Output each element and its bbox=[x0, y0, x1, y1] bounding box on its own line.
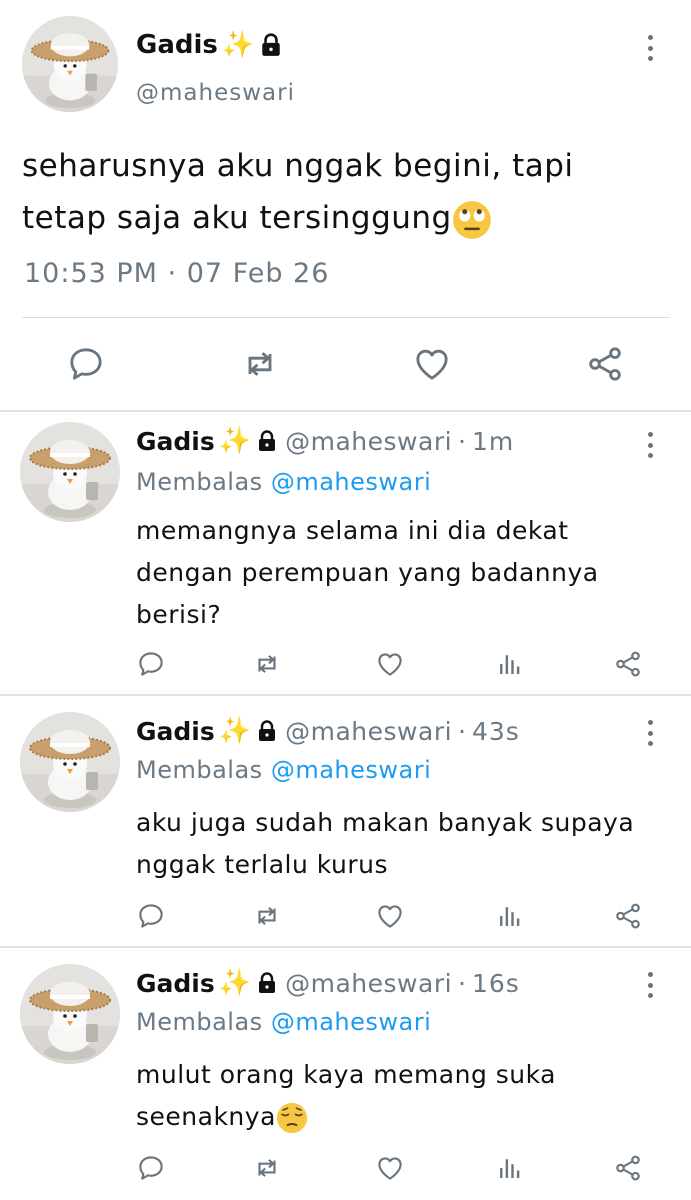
avatar-image bbox=[20, 422, 120, 522]
reply-tweet[interactable]: Gadis ✨ @maheswari · 1m Membalas @mahesw… bbox=[0, 412, 691, 694]
views-icon[interactable] bbox=[495, 901, 525, 931]
separator: · bbox=[458, 426, 466, 456]
more-options-icon[interactable] bbox=[644, 972, 656, 998]
relative-time[interactable]: 1m bbox=[472, 427, 514, 456]
lock-icon bbox=[257, 430, 277, 452]
tweet-text-line: nggak terlalu kurus bbox=[136, 850, 388, 879]
reply-header: Gadis ✨ @maheswari · 1m bbox=[136, 426, 514, 456]
retweet-icon[interactable] bbox=[252, 901, 282, 931]
tweet-text: mulut orang kaya memang suka seenaknya bbox=[136, 1054, 636, 1138]
reply-icon[interactable] bbox=[136, 901, 166, 931]
sparkle-emoji: ✨ bbox=[218, 716, 252, 746]
sparkle-emoji: ✨ bbox=[218, 426, 252, 456]
views-icon[interactable] bbox=[495, 1153, 525, 1183]
avatar[interactable] bbox=[20, 964, 120, 1064]
user-handle[interactable]: @maheswari bbox=[285, 717, 452, 746]
user-handle[interactable]: @maheswari bbox=[285, 427, 452, 456]
display-name[interactable]: Gadis ✨ bbox=[136, 30, 282, 60]
lock-icon bbox=[257, 972, 277, 994]
retweet-icon[interactable] bbox=[240, 344, 280, 384]
reply-header: Gadis ✨ @maheswari · 16s bbox=[136, 968, 520, 998]
more-options-icon[interactable] bbox=[644, 35, 656, 61]
display-name[interactable]: Gadis bbox=[136, 427, 215, 456]
tweet-text-line: seharusnya aku nggak begini, tapi bbox=[22, 148, 574, 184]
main-tweet: Gadis ✨ @maheswari seharusnya aku nggak … bbox=[0, 0, 691, 411]
eye-roll-emoji-icon bbox=[452, 200, 492, 240]
separator: · bbox=[458, 716, 466, 746]
pensive-emoji-icon bbox=[276, 1102, 308, 1134]
reply-tweet[interactable]: Gadis ✨ @maheswari · 16s Membalas @mahes… bbox=[0, 948, 691, 1200]
replying-to: Membalas @maheswari bbox=[136, 756, 432, 784]
tweet-text-line-2: seenaknya bbox=[136, 1096, 636, 1138]
display-name[interactable]: Gadis bbox=[136, 969, 215, 998]
like-heart-icon[interactable] bbox=[375, 901, 405, 931]
avatar[interactable] bbox=[20, 422, 120, 522]
tweet-text-line: mulut orang kaya memang suka bbox=[136, 1060, 557, 1089]
retweet-icon[interactable] bbox=[252, 1153, 282, 1183]
user-handle[interactable]: @maheswari bbox=[136, 80, 295, 106]
relative-time[interactable]: 43s bbox=[472, 717, 520, 746]
tweet-text: seharusnya aku nggak begini, tapi tetap … bbox=[22, 140, 642, 244]
tweet-text-line: memangnya selama ini dia dekat bbox=[136, 516, 569, 545]
separator: · bbox=[458, 968, 466, 998]
timestamp[interactable]: 10:53 PM · 07 Feb 26 bbox=[24, 258, 329, 289]
more-options-icon[interactable] bbox=[644, 432, 656, 458]
retweet-icon[interactable] bbox=[252, 649, 282, 679]
sparkle-emoji: ✨ bbox=[221, 30, 255, 60]
like-heart-icon[interactable] bbox=[375, 1153, 405, 1183]
tweet-text-line: aku juga sudah makan banyak supaya bbox=[136, 808, 635, 837]
avatar-image bbox=[20, 712, 120, 812]
tweet-text-line-2: tetap saja aku tersinggung bbox=[22, 192, 642, 244]
replying-to: Membalas @maheswari bbox=[136, 1008, 432, 1036]
reply-header: Gadis ✨ @maheswari · 43s bbox=[136, 716, 520, 746]
mention-link[interactable]: @maheswari bbox=[271, 1008, 431, 1036]
share-icon[interactable] bbox=[585, 344, 625, 384]
user-handle[interactable]: @maheswari bbox=[285, 969, 452, 998]
sparkle-emoji: ✨ bbox=[218, 968, 252, 998]
views-icon[interactable] bbox=[495, 649, 525, 679]
display-name[interactable]: Gadis bbox=[136, 717, 215, 746]
more-options-icon[interactable] bbox=[644, 720, 656, 746]
lock-icon bbox=[260, 33, 282, 57]
tweet-text-line: berisi? bbox=[136, 600, 222, 629]
reply-icon[interactable] bbox=[136, 649, 166, 679]
avatar[interactable] bbox=[22, 16, 118, 112]
tweet-text: memangnya selama ini dia dekat dengan pe… bbox=[136, 510, 636, 636]
avatar-image bbox=[20, 964, 120, 1064]
reply-icon[interactable] bbox=[66, 344, 106, 384]
avatar[interactable] bbox=[20, 712, 120, 812]
lock-icon bbox=[257, 720, 277, 742]
replying-to: Membalas @maheswari bbox=[136, 468, 432, 496]
like-heart-icon[interactable] bbox=[375, 649, 405, 679]
divider bbox=[22, 317, 670, 318]
avatar-image bbox=[22, 16, 118, 112]
mention-link[interactable]: @maheswari bbox=[271, 468, 431, 496]
relative-time[interactable]: 16s bbox=[472, 969, 520, 998]
share-icon[interactable] bbox=[613, 901, 643, 931]
reply-tweet[interactable]: Gadis ✨ @maheswari · 43s Membalas @mahes… bbox=[0, 696, 691, 946]
like-heart-icon[interactable] bbox=[412, 344, 452, 384]
reply-icon[interactable] bbox=[136, 1153, 166, 1183]
share-icon[interactable] bbox=[613, 649, 643, 679]
share-icon[interactable] bbox=[613, 1153, 643, 1183]
tweet-text: aku juga sudah makan banyak supaya nggak… bbox=[136, 802, 636, 886]
tweet-text-line: dengan perempuan yang badannya bbox=[136, 558, 599, 587]
mention-link[interactable]: @maheswari bbox=[271, 756, 431, 784]
display-name-text: Gadis bbox=[136, 30, 218, 60]
